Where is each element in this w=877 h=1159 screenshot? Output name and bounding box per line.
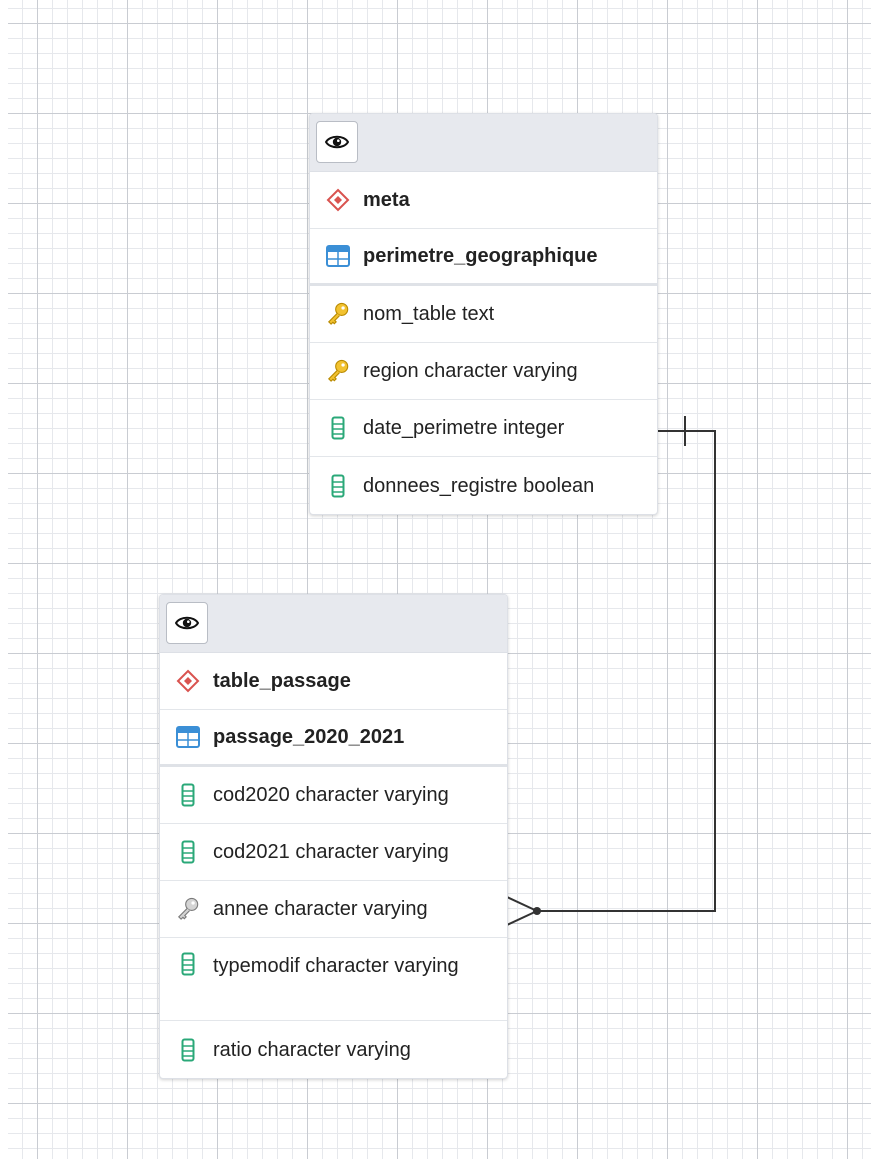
table-name-row[interactable]: perimetre_geographique <box>310 229 657 286</box>
column-type: integer <box>503 417 565 439</box>
column-type: character varying <box>295 784 449 806</box>
schema-icon <box>176 669 200 693</box>
column-row-donnees-registre[interactable]: donnees_registre boolean <box>310 457 657 514</box>
column-row-date-perimetre[interactable]: date_perimetre integer <box>310 400 657 457</box>
link-anchor <box>533 907 541 915</box>
diagram-canvas[interactable]: meta perimetre_geographique nom_table te… <box>0 0 877 1159</box>
column-icon <box>176 840 200 864</box>
table-node-passage-2020-2021[interactable]: table_passage passage_2020_2021 cod2020 … <box>159 594 508 1079</box>
canvas-edge <box>871 0 877 1159</box>
column-type: character varying <box>274 898 428 920</box>
table-name-row[interactable]: passage_2020_2021 <box>160 710 507 767</box>
table-node-perimetre-geographique[interactable]: meta perimetre_geographique nom_table te… <box>309 113 658 515</box>
schema-icon <box>326 188 350 212</box>
toggle-view-button[interactable] <box>166 602 208 644</box>
table-icon <box>176 725 200 749</box>
column-icon <box>176 1038 200 1062</box>
eye-icon <box>175 616 199 630</box>
column-type: character varying <box>295 841 449 863</box>
schema-row[interactable]: table_passage <box>160 653 507 710</box>
column-name: nom_table <box>363 303 457 325</box>
eye-icon <box>325 135 349 149</box>
schema-name: table_passage <box>213 670 351 692</box>
column-name: annee <box>213 898 269 920</box>
column-row-region[interactable]: region character varying <box>310 343 657 400</box>
column-icon <box>176 952 200 976</box>
column-name: region <box>363 360 419 382</box>
column-icon <box>326 416 350 440</box>
node-header <box>310 114 657 172</box>
column-row-typemodif[interactable]: typemodif character varying <box>160 938 507 1021</box>
column-icon <box>176 783 200 807</box>
node-header <box>160 595 507 653</box>
column-icon <box>326 474 350 498</box>
primary-key-icon <box>326 359 350 383</box>
many-marker-top <box>506 896 538 912</box>
column-name: cod2020 <box>213 784 290 806</box>
column-type: text <box>461 303 495 325</box>
column-row-cod2020[interactable]: cod2020 character varying <box>160 767 507 824</box>
schema-row[interactable]: meta <box>310 172 657 229</box>
column-row-annee[interactable]: annee character varying <box>160 881 507 938</box>
column-name: donnees_registre <box>363 474 518 497</box>
table-name: passage_2020_2021 <box>213 726 405 748</box>
column-row-ratio[interactable]: ratio character varying <box>160 1021 507 1078</box>
column-type: boolean <box>523 474 595 497</box>
table-icon <box>326 244 350 268</box>
canvas-edge <box>0 0 8 1159</box>
column-row-nom-table[interactable]: nom_table text <box>310 286 657 343</box>
column-row-cod2021[interactable]: cod2021 character varying <box>160 824 507 881</box>
table-name: perimetre_geographique <box>363 245 598 267</box>
column-name: date_perimetre <box>363 417 498 439</box>
foreign-key-icon <box>176 897 200 921</box>
schema-name: meta <box>363 189 410 211</box>
column-type: character varying <box>424 360 578 382</box>
column-type: character varying <box>257 1038 411 1061</box>
toggle-view-button[interactable] <box>316 121 358 163</box>
column-name: ratio <box>213 1038 252 1061</box>
primary-key-icon <box>326 302 350 326</box>
column-name: typemodif <box>213 955 300 977</box>
column-name: cod2021 <box>213 841 290 863</box>
column-type: character varying <box>305 955 459 977</box>
many-marker-bottom <box>506 910 538 926</box>
